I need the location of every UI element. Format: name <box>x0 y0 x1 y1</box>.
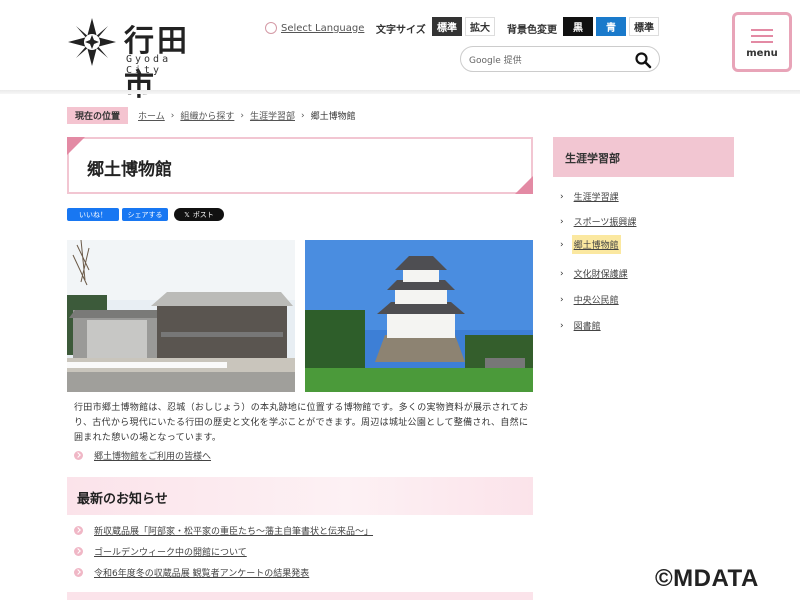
breadcrumb-chevron-icon: › <box>240 110 244 121</box>
breadcrumb-home[interactable]: ホーム <box>138 109 165 122</box>
breadcrumb-chevron-icon: › <box>170 110 175 121</box>
menu-label: menu <box>746 48 778 59</box>
guide-link-label: 郷土博物館をご利用の皆様へ <box>94 452 212 462</box>
section-divider <box>67 592 533 600</box>
bg-standard-button[interactable]: 標準 <box>629 17 659 36</box>
sidebar-item-community-center[interactable]: › 中央公民館 <box>560 290 621 309</box>
arrow-bullet-icon <box>74 568 83 577</box>
sidebar-item-museum[interactable]: › 郷土博物館 <box>560 235 621 254</box>
chevron-right-icon: › <box>560 216 564 227</box>
page-title-box: 郷土博物館 <box>67 137 533 194</box>
news-item-label: ゴールデンウィーク中の開館について <box>94 548 247 558</box>
oshi-castle-photo <box>305 240 533 392</box>
breadcrumb: 現在の位置 ホーム › 組織から探す › 生涯学習部 › 郷土博物館 <box>67 107 356 124</box>
sidebar-item-label: 図書館 <box>573 322 601 332</box>
facebook-share-label: シェアする <box>127 210 163 219</box>
breadcrumb-lifelong-learning[interactable]: 生涯学習部 <box>250 109 295 122</box>
google-brand-label: Google 提供 <box>469 56 522 66</box>
news-item[interactable]: 令和6年度冬の収蔵品展 観覧者アンケートの結果発表 <box>74 566 309 579</box>
sidebar-header: 生涯学習部 <box>553 137 734 177</box>
guide-link[interactable]: 郷土博物館をご利用の皆様へ <box>74 449 211 462</box>
news-item-label: 令和6年度冬の収蔵品展 観覧者アンケートの結果発表 <box>94 569 310 579</box>
menu-button[interactable]: menu <box>732 12 792 72</box>
bg-blue-button[interactable]: 青 <box>596 17 626 36</box>
search-icon[interactable] <box>634 51 652 69</box>
arrow-bullet-icon <box>74 526 83 535</box>
news-item[interactable]: 新収蔵品展「阿部家・松平家の重臣たち～藩主自筆書状と伝来品～」 <box>74 524 373 537</box>
sidebar-item-label: 郷土博物館 <box>571 235 621 254</box>
text-size-standard-button[interactable]: 標準 <box>432 17 462 36</box>
sidebar-item-label: スポーツ振興課 <box>573 218 637 228</box>
chevron-right-icon: › <box>560 239 564 250</box>
x-logo-icon: 𝕏 <box>184 210 190 219</box>
chevron-right-icon: › <box>560 268 564 279</box>
site-search: Google 提供 <box>460 46 660 72</box>
title-corner-decoration <box>515 176 533 194</box>
globe-icon <box>265 22 277 34</box>
chevron-right-icon: › <box>560 320 564 331</box>
breadcrumb-current: 郷土博物館 <box>310 112 356 122</box>
x-post-label: ポスト <box>192 210 214 219</box>
sidebar-item-label: 文化財保護課 <box>573 270 628 280</box>
select-language-label: Select Language <box>281 22 365 34</box>
city-logo[interactable]: 行田市 Gyoda City <box>66 16 216 103</box>
chevron-right-icon: › <box>560 191 564 202</box>
header-divider <box>0 90 800 94</box>
breadcrumb-chevron-icon: › <box>301 110 305 121</box>
news-item[interactable]: ゴールデンウィーク中の開館について <box>74 545 247 558</box>
x-post-button[interactable]: 𝕏 ポスト <box>174 208 224 221</box>
title-corner-decoration <box>67 137 85 155</box>
bg-color-label: 背景色変更 <box>507 25 557 36</box>
facebook-share-button[interactable]: シェアする <box>122 208 168 221</box>
breadcrumb-organization[interactable]: 組織から探す <box>180 109 234 122</box>
sidebar-item-cultural-assets[interactable]: › 文化財保護課 <box>560 264 630 283</box>
bg-black-button[interactable]: 黒 <box>563 17 593 36</box>
text-size-label: 文字サイズ <box>376 25 426 36</box>
sidebar-item-lifelong-learning[interactable]: › 生涯学習課 <box>560 187 621 206</box>
page-title: 郷土博物館 <box>87 160 172 180</box>
sidebar-item-sports[interactable]: › スポーツ振興課 <box>560 212 638 231</box>
chevron-right-icon: › <box>560 294 564 305</box>
sidebar-item-label: 中央公民館 <box>573 296 619 306</box>
select-language-link[interactable]: Select Language <box>265 20 364 36</box>
search-input[interactable] <box>521 51 631 68</box>
logo-text-en: Gyoda City <box>126 54 172 76</box>
facebook-like-button[interactable]: いいね！ <box>67 208 119 221</box>
arrow-bullet-icon <box>74 547 83 556</box>
arrow-bullet-icon <box>74 451 83 460</box>
city-emblem-icon <box>68 18 116 66</box>
text-size-large-button[interactable]: 拡大 <box>465 17 495 36</box>
news-item-label: 新収蔵品展「阿部家・松平家の重臣たち～藩主自筆書状と伝来品～」 <box>94 527 374 537</box>
news-title: 最新のお知らせ <box>77 492 168 507</box>
museum-description: 行田市郷土博物館は、忍城（おしじょう）の本丸跡地に位置する博物館です。多くの実物… <box>74 403 529 443</box>
news-section-header: 最新のお知らせ <box>67 477 533 515</box>
sidebar-title: 生涯学習部 <box>565 152 620 165</box>
facebook-like-label: いいね！ <box>79 210 107 219</box>
museum-building-photo <box>67 240 295 392</box>
watermark: ©MDATA <box>655 565 759 592</box>
hamburger-icon <box>751 29 773 43</box>
sidebar-item-label: 生涯学習課 <box>573 193 619 203</box>
sidebar-item-library[interactable]: › 図書館 <box>560 316 603 335</box>
site-header: 行田市 Gyoda City Select Language 文字サイズ 標準 … <box>0 0 800 103</box>
breadcrumb-here-label: 現在の位置 <box>67 107 129 124</box>
